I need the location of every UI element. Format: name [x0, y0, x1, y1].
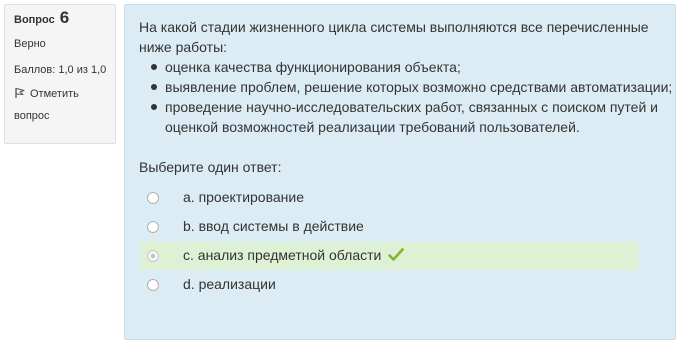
answer-option-c[interactable]: c. анализ предметной области [139, 241, 637, 270]
answer-radio-c[interactable] [147, 250, 159, 262]
answer-option-b[interactable]: b. ввод системы в действие [139, 212, 637, 241]
question-intro: На какой стадии жизненного цикла системы… [139, 19, 649, 55]
flag-label-line2: вопрос [14, 110, 50, 122]
flag-icon [14, 87, 26, 99]
question-number: Вопрос 6 [14, 8, 115, 27]
question-text: На какой стадии жизненного цикла системы… [139, 17, 675, 137]
question-bullet-list: оценка качества функционирования объекта… [139, 57, 675, 137]
question-number-value: 6 [59, 8, 70, 27]
question-container: Вопрос 6 Верно Баллов: 1,0 из 1,0 Отмети… [0, 0, 678, 343]
answer-radio-a[interactable] [147, 192, 159, 204]
answer-option-d[interactable]: d. реализации [139, 270, 637, 299]
list-item: оценка качества функционирования объекта… [151, 57, 675, 77]
answer-prompt: Выберите один ответ: [139, 159, 282, 175]
answer-list: a. проектирование b. ввод системы в дейс… [139, 183, 637, 299]
answer-option-a[interactable]: a. проектирование [139, 183, 637, 212]
question-info-panel: Вопрос 6 Верно Баллов: 1,0 из 1,0 Отмети… [4, 4, 116, 144]
answer-label-c: c. анализ предметной области [183, 247, 382, 263]
answer-radio-d[interactable] [147, 279, 159, 291]
question-grade: Баллов: 1,0 из 1,0 [14, 64, 107, 76]
answer-radio-b[interactable] [147, 221, 159, 233]
answer-label-b: b. ввод системы в действие [183, 218, 364, 234]
question-state: Верно [14, 38, 46, 50]
flag-label-line1: Отметить [30, 88, 79, 100]
answer-label-a: a. проектирование [183, 189, 304, 205]
list-item: проведение научно-исследовательских рабо… [151, 97, 675, 137]
list-item: выявление проблем, решение которых возмо… [151, 77, 675, 97]
answer-label-d: d. реализации [183, 276, 276, 292]
check-icon [388, 243, 405, 261]
question-label: Вопрос [14, 14, 55, 26]
question-content-panel: На какой стадии жизненного цикла системы… [124, 4, 676, 340]
flag-question-link[interactable]: Отметить вопрос [14, 87, 115, 123]
